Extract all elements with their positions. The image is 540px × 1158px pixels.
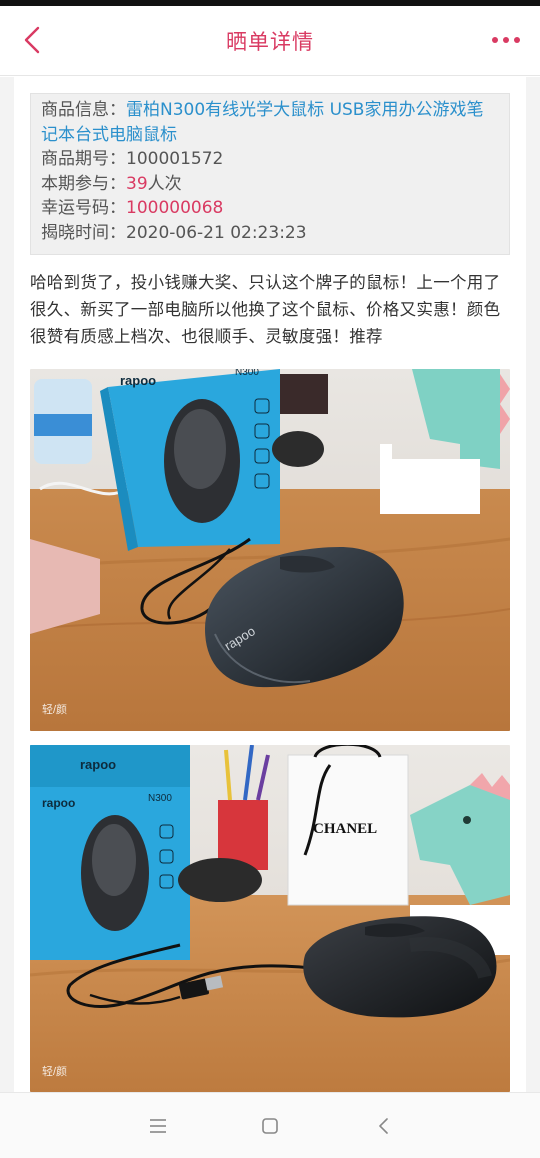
more-dots-icon xyxy=(514,37,520,43)
product-name-label: 商品信息： xyxy=(41,100,126,120)
more-dots-icon xyxy=(503,37,509,43)
back-chevron-icon xyxy=(379,1118,388,1134)
photo-watermark: 轻/颜 xyxy=(42,1064,67,1078)
product-info-box: 商品信息：雷柏N300有线光学大鼠标 USB家用办公游戏笔记本台式电脑鼠标 商品… xyxy=(30,93,510,255)
system-nav-bar xyxy=(0,1092,540,1158)
period-label: 商品期号： xyxy=(41,149,126,169)
lucky-number-value: 100000068 xyxy=(126,198,224,218)
box-model-text: N300 xyxy=(235,369,259,378)
system-back-button[interactable] xyxy=(364,1111,404,1141)
product-name-row: 商品信息：雷柏N300有线光学大鼠标 USB家用办公游戏笔记本台式电脑鼠标 xyxy=(41,98,499,147)
system-home-button[interactable] xyxy=(250,1111,290,1141)
participation-label: 本期参与： xyxy=(41,173,126,194)
participation-count: 39 xyxy=(126,173,148,194)
more-dots-icon xyxy=(492,37,498,43)
period-value: 100001572 xyxy=(126,149,224,169)
review-card: 商品信息：雷柏N300有线光学大鼠标 USB家用办公游戏笔记本台式电脑鼠标 商品… xyxy=(14,77,526,1092)
home-square-icon xyxy=(262,1118,278,1134)
box-brand-text: rapoo xyxy=(120,373,156,388)
participation-unit: 人次 xyxy=(147,173,182,194)
system-menu-button[interactable] xyxy=(138,1111,178,1141)
app-header: 晒单详情 xyxy=(0,6,540,76)
photo-1-image: rapoo N300 rapoo 轻/颜 xyxy=(30,369,510,731)
lucky-number-row: 幸运号码：100000068 xyxy=(41,196,499,221)
review-photo-2[interactable]: rapoo rapoo N300 CHANEL 轻/颜 xyxy=(30,745,510,1092)
box-model-text: N300 xyxy=(148,793,172,804)
page-title: 晒单详情 xyxy=(226,30,314,54)
content-area[interactable]: 商品信息：雷柏N300有线光学大鼠标 USB家用办公游戏笔记本台式电脑鼠标 商品… xyxy=(0,77,540,1092)
bag-brand-text: CHANEL xyxy=(313,821,377,837)
box-brand-text: rapoo xyxy=(42,796,75,810)
more-button[interactable] xyxy=(484,28,528,52)
review-photo-1[interactable]: rapoo N300 rapoo 轻/颜 xyxy=(30,369,510,731)
menu-icon xyxy=(150,1119,166,1133)
photo-watermark: 轻/颜 xyxy=(42,702,67,716)
box-top-brand-text: rapoo xyxy=(80,757,116,772)
lucky-number-label: 幸运号码： xyxy=(41,198,126,218)
reveal-time-label: 揭晓时间： xyxy=(41,222,126,243)
review-text: 哈哈到货了，投小钱赚大奖、只认这个牌子的鼠标！上一个用了很久、新买了一部电脑所以… xyxy=(30,273,501,346)
photo-2-image: rapoo rapoo N300 CHANEL 轻/颜 xyxy=(30,745,510,1092)
period-row: 商品期号：100001572 xyxy=(41,147,499,172)
reveal-time-row: 揭晓时间：2020-06-21 02:23:23 xyxy=(41,221,499,246)
participation-row: 本期参与：39人次 xyxy=(41,172,499,197)
reveal-time-value: 2020-06-21 02:23:23 xyxy=(126,222,307,243)
